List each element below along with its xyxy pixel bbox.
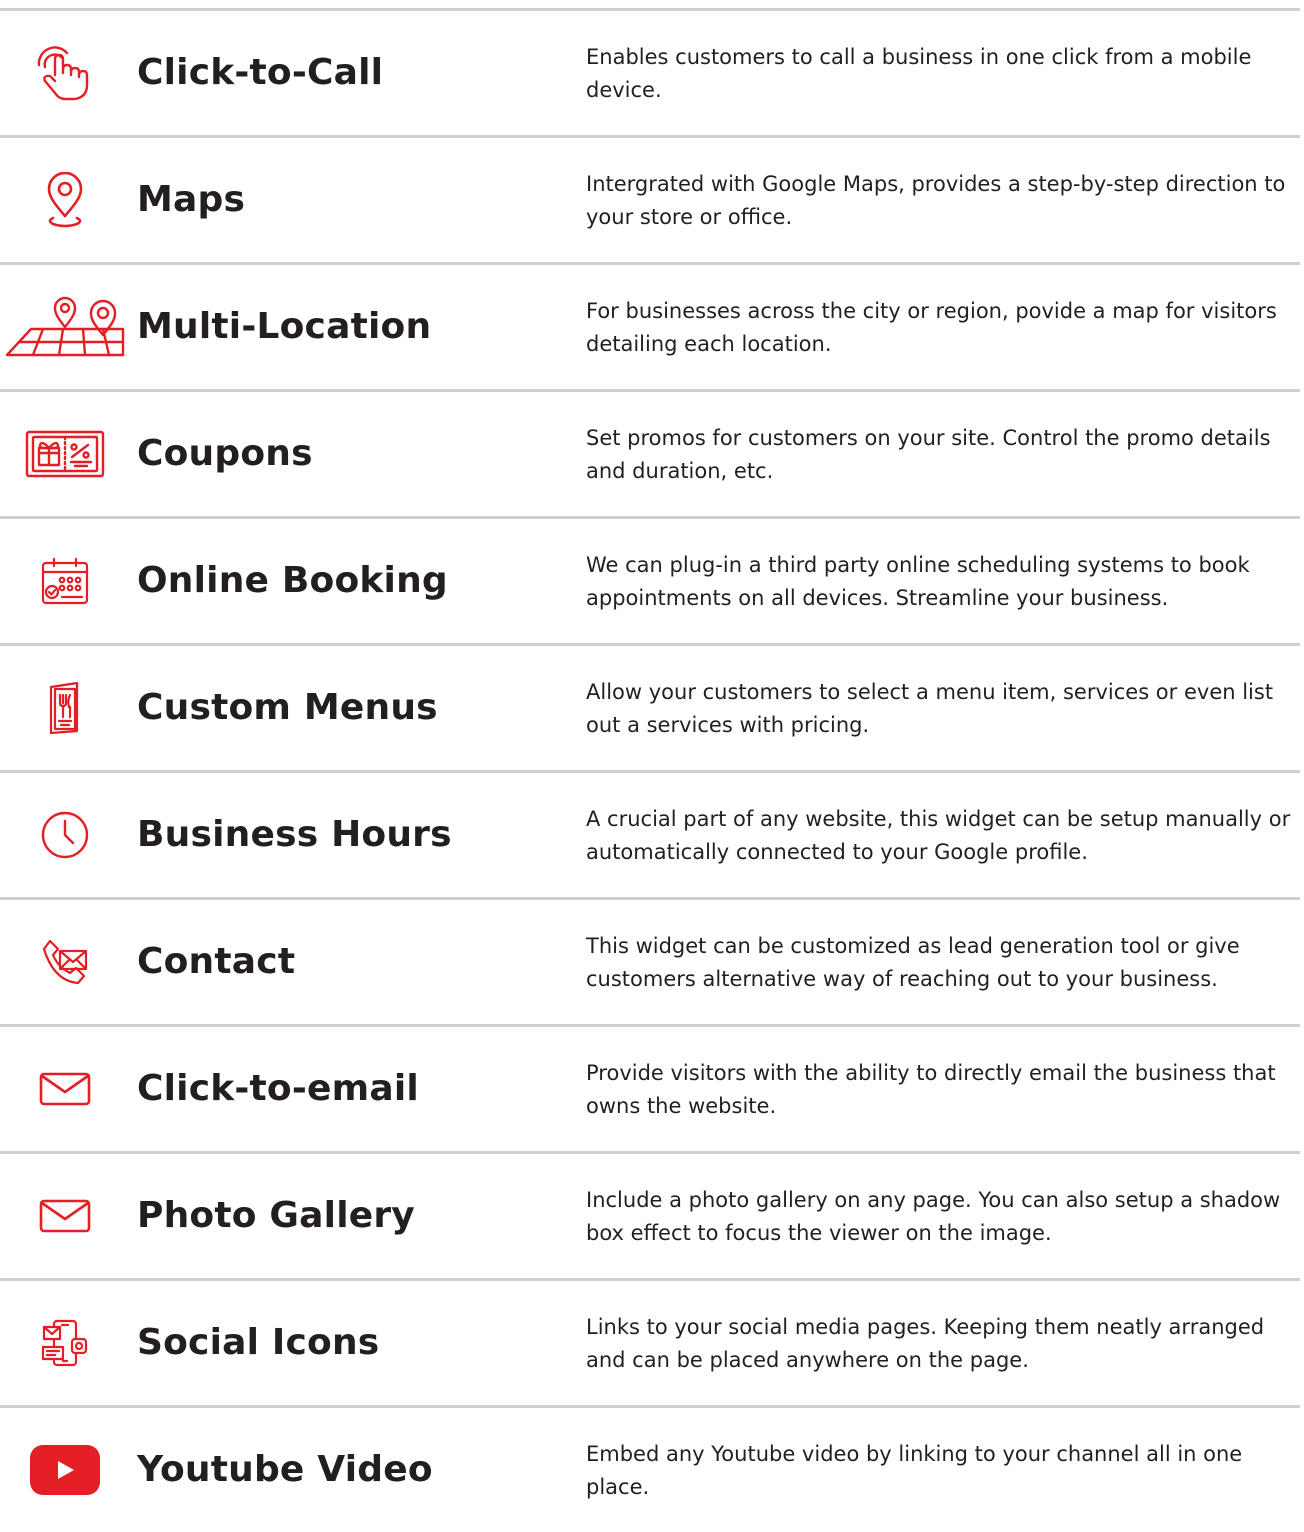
feature-description: Intergrated with Google Maps, provides a… <box>586 172 1286 229</box>
feature-title: Maps <box>137 179 246 220</box>
feature-title: Contact <box>137 941 296 982</box>
feature-row: Photo Gallery Include a photo gallery on… <box>0 1151 1300 1278</box>
feature-description: Provide visitors with the ability to dir… <box>586 1061 1276 1118</box>
calendar-icon <box>0 519 130 643</box>
hand-tap-icon <box>0 11 130 135</box>
feature-description: Set promos for customers on your site. C… <box>586 426 1271 483</box>
restaurant-menu-icon <box>0 646 130 770</box>
feature-title: Youtube Video <box>137 1449 433 1490</box>
map-pin-icon <box>0 138 130 262</box>
feature-description: Links to your social media pages. Keepin… <box>586 1315 1265 1372</box>
feature-row: Business Hours A crucial part of any web… <box>0 770 1300 897</box>
feature-description: This widget can be customized as lead ge… <box>586 934 1240 991</box>
feature-description: Allow your customers to select a menu it… <box>586 680 1274 737</box>
feature-description: Include a photo gallery on any page. You… <box>586 1188 1281 1245</box>
feature-row: Click-to-Call Enables customers to call … <box>0 8 1300 135</box>
feature-description: We can plug-in a third party online sche… <box>586 553 1250 610</box>
envelope-icon <box>0 1154 130 1278</box>
feature-title: Business Hours <box>137 814 452 855</box>
multi-location-map-icon <box>0 265 130 389</box>
feature-row: Multi-Location For businesses across the… <box>0 262 1300 389</box>
feature-row: Online Booking We can plug-in a third pa… <box>0 516 1300 643</box>
envelope-icon <box>0 1027 130 1151</box>
phone-envelope-icon <box>0 900 130 1024</box>
feature-description: A crucial part of any website, this widg… <box>586 807 1291 864</box>
feature-title: Coupons <box>137 433 313 474</box>
feature-title: Online Booking <box>137 560 448 601</box>
feature-row: Social Icons Links to your social media … <box>0 1278 1300 1405</box>
feature-row: Click-to-email Provide visitors with the… <box>0 1024 1300 1151</box>
feature-row: Contact This widget can be customized as… <box>0 897 1300 1024</box>
feature-row: Youtube Video Embed any Youtube video by… <box>0 1405 1300 1532</box>
feature-title: Social Icons <box>137 1322 380 1363</box>
feature-title: Multi-Location <box>137 306 432 347</box>
feature-title: Click-to-Call <box>137 52 384 93</box>
feature-list: Click-to-Call Enables customers to call … <box>0 8 1300 1532</box>
feature-title: Photo Gallery <box>137 1195 415 1236</box>
social-devices-icon <box>0 1281 130 1405</box>
feature-row: Maps Intergrated with Google Maps, provi… <box>0 135 1300 262</box>
coupon-gift-icon <box>0 392 130 516</box>
clock-icon <box>0 773 130 897</box>
youtube-play-icon <box>0 1408 130 1532</box>
feature-description: Embed any Youtube video by linking to yo… <box>586 1442 1243 1499</box>
feature-title: Click-to-email <box>137 1068 419 1109</box>
feature-row: Custom Menus Allow your customers to sel… <box>0 643 1300 770</box>
feature-description: For businesses across the city or region… <box>586 299 1277 356</box>
feature-description: Enables customers to call a business in … <box>586 45 1252 102</box>
feature-row: Coupons Set promos for customers on your… <box>0 389 1300 516</box>
feature-title: Custom Menus <box>137 687 438 728</box>
